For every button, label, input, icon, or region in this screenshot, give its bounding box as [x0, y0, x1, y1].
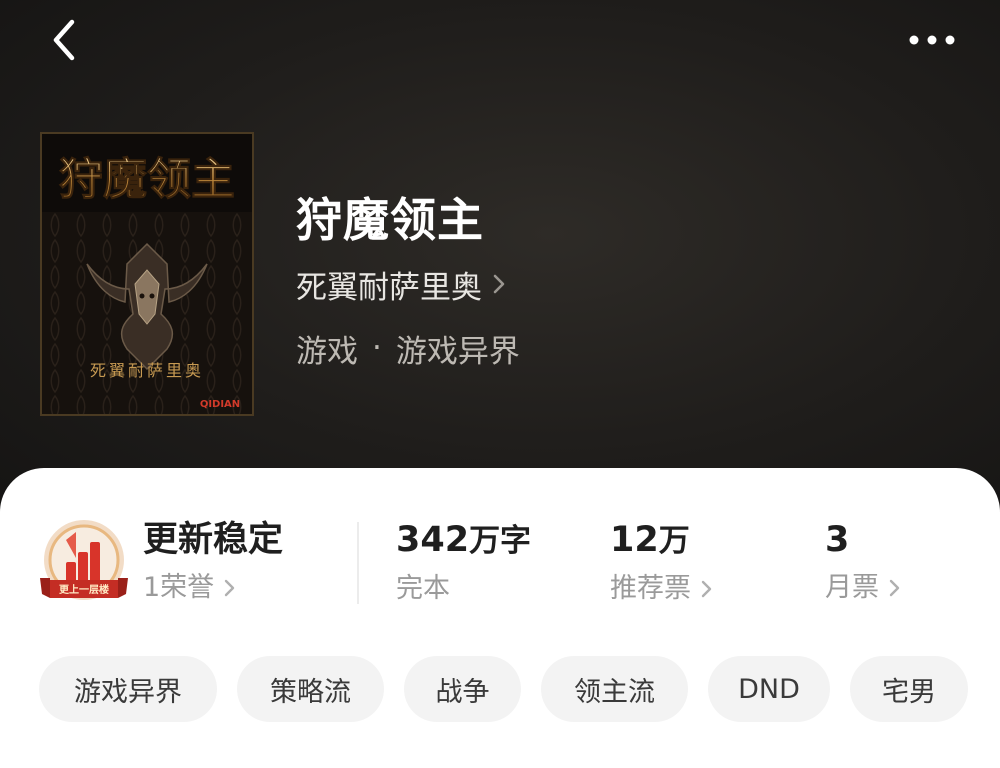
monthly-votes-label: 月票	[825, 572, 879, 603]
monthly-votes-link[interactable]: 月票	[825, 568, 901, 608]
tag-chip[interactable]: 宅男	[850, 656, 968, 722]
recommend-votes-unit: 万	[658, 523, 690, 559]
recommend-votes-value: 12	[610, 520, 659, 560]
tag-chip[interactable]: 策略流	[237, 656, 384, 722]
honor-stat: 更新稳定 1荣誉	[143, 518, 283, 608]
honor-badge-text: 更上一层楼	[59, 583, 109, 596]
honor-badge-icon[interactable]: 更上一层楼	[36, 518, 132, 608]
tag-chip[interactable]: DND	[708, 656, 830, 722]
tag-chip[interactable]: 游戏异界	[39, 656, 217, 722]
genre-subcategory[interactable]: 游戏异界	[396, 326, 520, 371]
tag-chip[interactable]: 战争	[404, 656, 521, 722]
genre-category[interactable]: 游戏	[296, 326, 358, 371]
honor-count: 1荣誉	[143, 572, 215, 603]
chevron-left-icon	[53, 19, 75, 61]
cover-title-art: 狩魔领主	[59, 154, 235, 205]
tag-chip[interactable]: 领主流	[541, 656, 688, 722]
stats-divider	[357, 522, 359, 604]
recommend-votes-label: 推荐票	[610, 573, 691, 604]
word-count-stat: 342万字 完本	[396, 518, 531, 609]
author-name: 死翼耐萨里奥	[296, 269, 482, 306]
genre-row: 游戏 · 游戏异界	[296, 326, 520, 370]
cover-publisher-mark: QIDIAN	[200, 399, 240, 410]
chevron-right-icon	[701, 580, 712, 598]
chevron-right-icon	[889, 579, 900, 597]
genre-separator: ·	[372, 330, 382, 366]
chevron-right-icon	[224, 579, 235, 597]
chevron-right-icon	[493, 274, 505, 294]
more-dots-icon	[909, 35, 955, 45]
monthly-votes-stat: 3 月票	[825, 518, 901, 608]
honor-title: 更新稳定	[143, 520, 284, 560]
monthly-votes-value: 3	[825, 520, 850, 560]
word-count-unit: 万字	[469, 523, 532, 559]
recommend-votes-link[interactable]: 推荐票	[610, 569, 713, 609]
honor-link[interactable]: 1荣誉	[143, 568, 283, 608]
tag-list: 游戏异界 策略流 战争 领主流 DND 宅男	[0, 656, 1000, 726]
book-cover[interactable]: 狩魔领主 死翼耐萨里奥 QIDIAN	[40, 132, 254, 416]
recommend-votes-stat: 12万 推荐票	[610, 518, 713, 609]
back-button[interactable]	[44, 14, 92, 66]
more-options-button[interactable]	[900, 20, 964, 60]
book-title: 狩魔领主	[296, 193, 484, 247]
word-count-value: 342	[396, 520, 470, 560]
completion-status: 完本	[396, 573, 450, 604]
author-link[interactable]: 死翼耐萨里奥	[296, 262, 506, 306]
cover-author-art: 死翼耐萨里奥	[90, 361, 204, 380]
